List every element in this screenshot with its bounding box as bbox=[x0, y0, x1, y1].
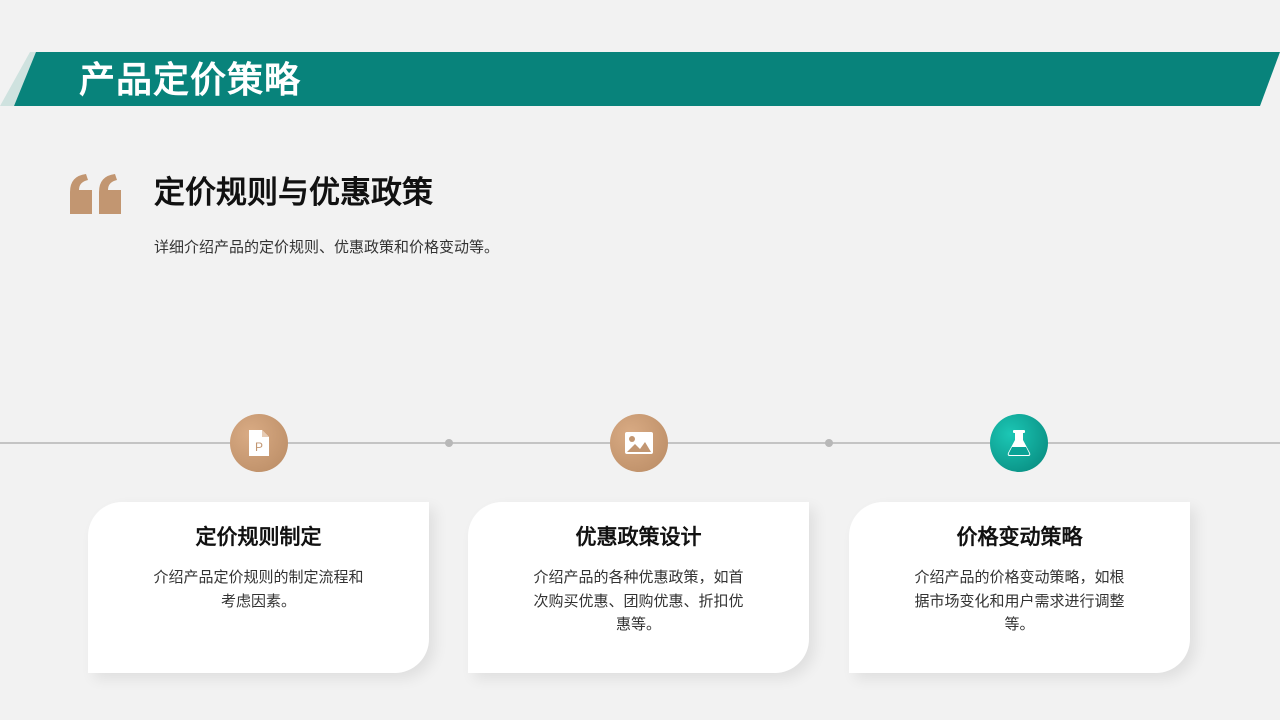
card-description: 介绍产品的价格变动策略，如根据市场变化和用户需求进行调整等。 bbox=[914, 568, 1125, 633]
section-description: 详细介绍产品的定价规则、优惠政策和价格变动等。 bbox=[154, 238, 500, 256]
page-title: 产品定价策略 bbox=[79, 60, 302, 101]
card-discount-policy: 优惠政策设计 介绍产品的各种优惠政策，如首次购买优惠、团购优惠、折扣优惠等。 bbox=[468, 502, 809, 673]
flask-icon bbox=[990, 414, 1048, 472]
quote-mark-icon bbox=[70, 174, 121, 214]
card-pricing-rules: 定价规则制定 介绍产品定价规则的制定流程和考虑因素。 bbox=[88, 502, 429, 673]
image-icon bbox=[610, 414, 668, 472]
card-title: 价格变动策略 bbox=[956, 525, 1083, 549]
svg-text:P: P bbox=[255, 440, 263, 454]
section-title: 定价规则与优惠政策 bbox=[154, 175, 433, 211]
card-title: 优惠政策设计 bbox=[575, 525, 702, 549]
timeline-dot bbox=[445, 439, 453, 447]
card-description: 介绍产品定价规则的制定流程和考虑因素。 bbox=[153, 568, 364, 610]
document-p-icon: P bbox=[230, 414, 288, 472]
card-price-change-strategy: 价格变动策略 介绍产品的价格变动策略，如根据市场变化和用户需求进行调整等。 bbox=[849, 502, 1190, 673]
card-title: 定价规则制定 bbox=[195, 525, 322, 549]
timeline-dot bbox=[825, 439, 833, 447]
card-description: 介绍产品的各种优惠政策，如首次购买优惠、团购优惠、折扣优惠等。 bbox=[533, 568, 744, 633]
